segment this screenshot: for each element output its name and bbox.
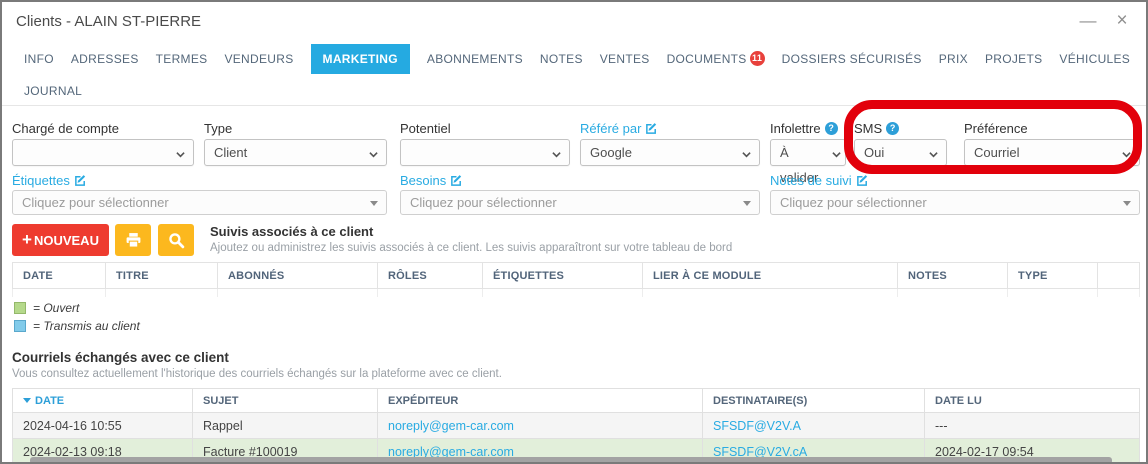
suivis-col-lier: LIER À CE MODULE [643, 263, 898, 289]
mail-date-lu: --- [925, 413, 1140, 439]
tab-notes[interactable]: NOTES [540, 44, 583, 74]
help-icon[interactable]: ? [886, 122, 899, 135]
mail-destinataire-link[interactable]: SFSDF@V2V.A [713, 419, 801, 433]
titlebar: Clients - ALAIN ST-PIERRE — × [2, 2, 1146, 42]
divider [2, 105, 1146, 106]
edit-icon[interactable] [645, 122, 658, 135]
courriels-table: DATE SUJET EXPÉDITEUR DESTINATAIRE(S) DA… [12, 388, 1140, 464]
etiquettes-multiselect[interactable]: Cliquez pour sélectionner [12, 190, 387, 215]
close-icon[interactable]: × [1112, 10, 1132, 32]
edit-icon[interactable] [856, 174, 869, 187]
nouveau-button[interactable]: +NOUVEAU [12, 224, 109, 256]
documents-count-badge: 11 [750, 51, 765, 66]
refere-par-select[interactable]: Google [580, 139, 760, 166]
suivis-col-date: DATE [13, 263, 106, 289]
notes-de-suivi-label: Notes de suivi [770, 172, 1140, 189]
charge-de-compte-label: Chargé de compte [12, 120, 194, 137]
tab-projets[interactable]: PROJETS [985, 44, 1042, 74]
tab-bar: INFO ADRESSES TERMES VENDEURS MARKETING … [24, 44, 1130, 74]
mail-sujet: Rappel [193, 413, 378, 439]
besoins-label: Besoins [400, 172, 760, 189]
tab-adresses[interactable]: ADRESSES [71, 44, 139, 74]
caret-down-icon [1123, 201, 1131, 206]
mail-col-date[interactable]: DATE [13, 389, 193, 413]
suivis-col-titre: TITRE [106, 263, 218, 289]
tab-prix[interactable]: PRIX [939, 44, 968, 74]
notes-de-suivi-multiselect[interactable]: Cliquez pour sélectionner [770, 190, 1140, 215]
type-label: Type [204, 120, 387, 137]
potentiel-label: Potentiel [400, 120, 570, 137]
tab-abonnements[interactable]: ABONNEMENTS [427, 44, 523, 74]
chevron-down-icon [552, 150, 561, 159]
suivis-col-roles: RÔLES [378, 263, 483, 289]
window-title: Clients - ALAIN ST-PIERRE [16, 13, 201, 30]
print-button[interactable] [115, 224, 151, 256]
courriels-section-subtitle: Vous consultez actuellement l'historique… [12, 368, 502, 380]
charge-de-compte-select[interactable] [12, 139, 194, 166]
chevron-down-icon [929, 150, 938, 159]
legend-blue-swatch [14, 320, 26, 332]
type-select[interactable]: Client [204, 139, 387, 166]
suivis-section-title: Suivis associés à ce client [210, 224, 373, 239]
suivis-empty-row [13, 289, 1140, 297]
suivis-col-notes: NOTES [898, 263, 1008, 289]
etiquettes-label: Étiquettes [12, 172, 387, 189]
edit-icon[interactable] [450, 174, 463, 187]
chevron-down-icon [1122, 150, 1131, 159]
tab-termes[interactable]: TERMES [156, 44, 208, 74]
search-icon [168, 232, 185, 249]
tab-journal[interactable]: JOURNAL [24, 76, 82, 106]
printer-icon [125, 232, 142, 249]
mail-expediteur-link[interactable]: noreply@gem-car.com [388, 419, 514, 433]
suivis-col-type: TYPE [1008, 263, 1098, 289]
mail-col-expediteur[interactable]: EXPÉDITEUR [378, 389, 703, 413]
chevron-down-icon [176, 150, 185, 159]
legend-green-swatch [14, 302, 26, 314]
help-icon[interactable]: ? [825, 122, 838, 135]
tab-documents[interactable]: DOCUMENTS11 [667, 44, 765, 74]
preference-label: Préférence [964, 120, 1140, 137]
caret-down-icon [370, 201, 378, 206]
mail-col-destinataire[interactable]: DESTINATAIRE(S) [703, 389, 925, 413]
sms-label: SMS ? [854, 120, 947, 137]
potentiel-select[interactable] [400, 139, 570, 166]
horizontal-scrollbar[interactable] [30, 457, 1112, 464]
legend-ouvert: = Ouvert [14, 301, 79, 315]
suivis-col-etiquettes: ÉTIQUETTES [483, 263, 643, 289]
tab-vehicules[interactable]: VÉHICULES [1059, 44, 1130, 74]
client-window: Clients - ALAIN ST-PIERRE — × INFO ADRES… [0, 0, 1148, 464]
courriels-section-title: Courriels échangés avec ce client [12, 350, 229, 365]
mail-col-date-lu[interactable]: DATE LU [925, 389, 1140, 413]
tab-dossiers-securises[interactable]: DOSSIERS SÉCURISÉS [782, 44, 922, 74]
suivis-section-subtitle: Ajoutez ou administrez les suivis associ… [210, 242, 732, 254]
tab-info[interactable]: INFO [24, 44, 54, 74]
plus-icon: + [22, 230, 32, 250]
chevron-down-icon [742, 150, 751, 159]
tab-marketing[interactable]: MARKETING [311, 44, 410, 74]
suivis-table: DATE TITRE ABONNÉS RÔLES ÉTIQUETTES LIER… [12, 262, 1140, 297]
sms-select[interactable]: Oui [854, 139, 947, 166]
tab-ventes[interactable]: VENTES [600, 44, 650, 74]
mail-date: 2024-04-16 10:55 [13, 413, 193, 439]
caret-down-icon [743, 201, 751, 206]
search-button[interactable] [158, 224, 194, 256]
preference-select[interactable]: Courriel [964, 139, 1140, 166]
infolettre-label: Infolettre ? [770, 120, 846, 137]
sort-desc-icon [23, 398, 31, 403]
suivis-col-empty [1098, 263, 1140, 289]
chevron-down-icon [369, 150, 378, 159]
infolettre-select[interactable]: À valider [770, 139, 846, 166]
suivis-col-abonnes: ABONNÉS [218, 263, 378, 289]
legend-transmis: = Transmis au client [14, 319, 140, 333]
mail-col-sujet[interactable]: SUJET [193, 389, 378, 413]
besoins-multiselect[interactable]: Cliquez pour sélectionner [400, 190, 760, 215]
mail-row[interactable]: 2024-04-16 10:55 Rappel noreply@gem-car.… [13, 413, 1140, 439]
tab-vendeurs[interactable]: VENDEURS [224, 44, 293, 74]
refere-par-label: Référé par [580, 120, 760, 137]
minimize-icon[interactable]: — [1078, 10, 1098, 32]
chevron-down-icon [832, 150, 841, 159]
edit-icon[interactable] [74, 174, 87, 187]
